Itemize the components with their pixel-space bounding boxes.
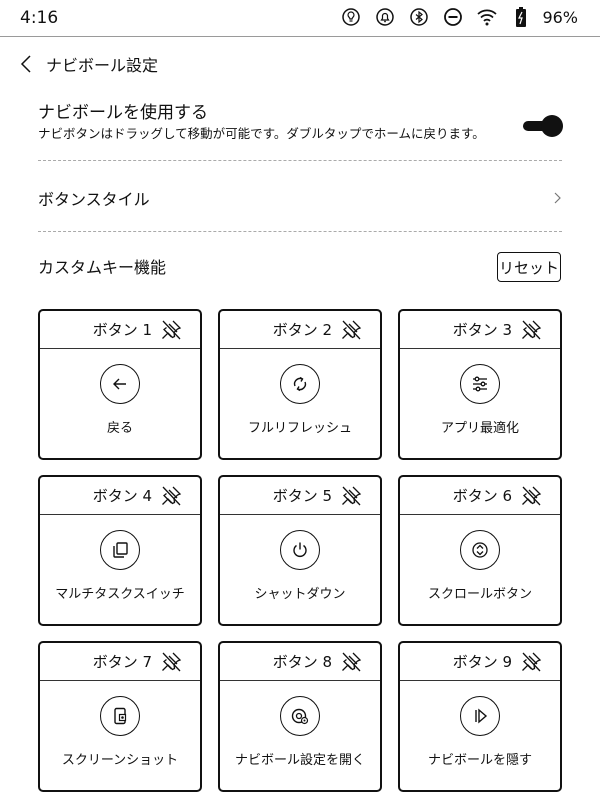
status-bar: 4:16 96% xyxy=(0,0,600,37)
card-label: スクリーンショット xyxy=(61,753,179,768)
bluetooth-icon xyxy=(408,6,430,28)
custom-key-grid: ボタン 1 戻る ボタン 2 フルリフレッシュ ボタン 3 アプリ最適化 ボタン… xyxy=(38,309,563,792)
navi-ball-toggle[interactable] xyxy=(522,114,564,138)
card-label: アプリ最適化 xyxy=(440,421,519,436)
custom-key-card-9[interactable]: ボタン 9 ナビボールを隠す xyxy=(398,641,562,792)
custom-key-card-6[interactable]: ボタン 6 スクロールボタン xyxy=(398,475,562,626)
battery-percent: 96% xyxy=(542,7,578,27)
back-arrow-icon xyxy=(100,364,140,404)
status-time: 4:16 xyxy=(20,8,59,28)
back-chevron-icon[interactable] xyxy=(14,52,38,76)
wifi-icon xyxy=(476,6,498,28)
settings-icon xyxy=(280,696,320,736)
card-label: ナビボールを隠す xyxy=(427,753,532,768)
pin-icon[interactable] xyxy=(520,485,542,507)
card-title: ボタン 3 xyxy=(452,321,512,339)
power-icon xyxy=(280,530,320,570)
do-not-disturb-icon xyxy=(442,6,464,28)
screenshot-icon xyxy=(100,696,140,736)
divider xyxy=(38,231,562,232)
refresh-icon xyxy=(280,364,320,404)
button-style-row[interactable]: ボタンスタイル xyxy=(38,186,562,210)
custom-key-card-7[interactable]: ボタン 7 スクリーンショット xyxy=(38,641,202,792)
card-label: スクロールボタン xyxy=(427,587,532,602)
card-title: ボタン 7 xyxy=(92,653,152,671)
card-title: ボタン 9 xyxy=(452,653,512,671)
card-label: フルリフレッシュ xyxy=(247,421,352,436)
custom-key-card-8[interactable]: ボタン 8 ナビボール設定を開く xyxy=(218,641,382,792)
pin-icon[interactable] xyxy=(340,651,362,673)
chevron-right-icon xyxy=(552,190,562,204)
pin-icon[interactable] xyxy=(340,319,362,341)
battery-icon xyxy=(510,6,532,28)
custom-key-card-2[interactable]: ボタン 2 フルリフレッシュ xyxy=(218,309,382,460)
custom-key-card-1[interactable]: ボタン 1 戻る xyxy=(38,309,202,460)
card-label: 戻る xyxy=(106,421,133,436)
button-style-label: ボタンスタイル xyxy=(38,190,150,209)
pin-icon[interactable] xyxy=(520,651,542,673)
page-header: ナビボール設定 xyxy=(14,52,158,76)
divider xyxy=(38,160,562,161)
card-title: ボタン 5 xyxy=(272,487,332,505)
pin-icon[interactable] xyxy=(160,485,182,507)
status-icons: 96% xyxy=(340,6,578,28)
navi-ball-description: ナビボタンはドラッグして移動が可能です。ダブルタップでホームに戻ります。 xyxy=(38,126,485,141)
navi-ball-title: ナビボールを使用する xyxy=(38,103,208,123)
pin-icon[interactable] xyxy=(520,319,542,341)
navi-ball-setting: ナビボールを使用する ナビボタンはドラッグして移動が可能です。ダブルタップでホー… xyxy=(38,98,562,142)
custom-key-card-3[interactable]: ボタン 3 アプリ最適化 xyxy=(398,309,562,460)
page-title: ナビボール設定 xyxy=(46,56,159,75)
frontlight-icon xyxy=(340,6,362,28)
pin-icon[interactable] xyxy=(160,651,182,673)
custom-key-card-5[interactable]: ボタン 5 シャットダウン xyxy=(218,475,382,626)
multitask-icon xyxy=(100,530,140,570)
card-label: シャットダウン xyxy=(254,587,346,602)
hide-icon xyxy=(460,696,500,736)
pin-icon[interactable] xyxy=(340,485,362,507)
card-title: ボタン 6 xyxy=(452,487,512,505)
sliders-icon xyxy=(460,364,500,404)
card-title: ボタン 4 xyxy=(92,487,152,505)
reset-button[interactable]: リセット xyxy=(497,252,561,282)
card-title: ボタン 8 xyxy=(272,653,332,671)
custom-key-card-4[interactable]: ボタン 4 マルチタスクスイッチ xyxy=(38,475,202,626)
card-title: ボタン 1 xyxy=(92,321,152,339)
pin-icon[interactable] xyxy=(160,319,182,341)
card-label: ナビボール設定を開く xyxy=(234,753,365,768)
alarm-icon xyxy=(374,6,396,28)
scroll-icon xyxy=(460,530,500,570)
card-label: マルチタスクスイッチ xyxy=(55,587,185,602)
card-title: ボタン 2 xyxy=(272,321,332,339)
custom-keys-label: カスタムキー機能 xyxy=(38,258,167,277)
